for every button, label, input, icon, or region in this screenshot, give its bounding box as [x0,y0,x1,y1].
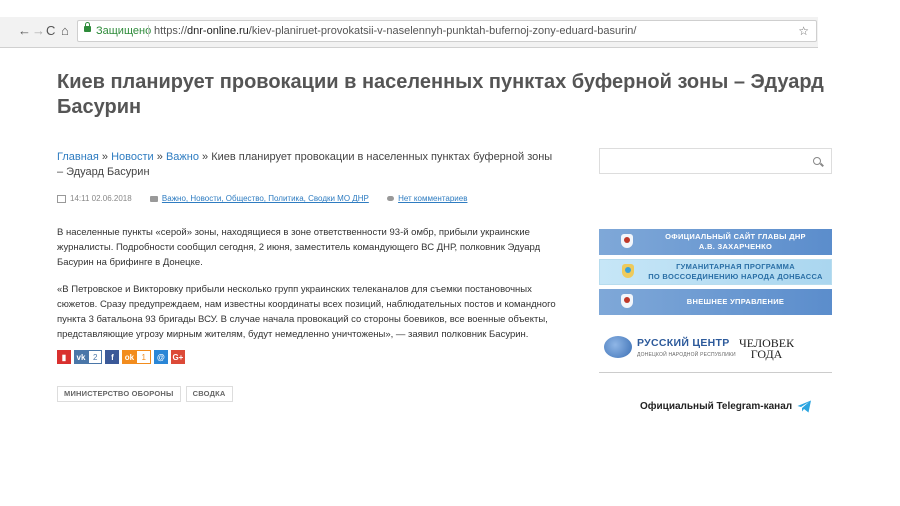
share-odnoklassniki-button[interactable]: ok 1 [122,350,151,364]
share-bookmark-button[interactable]: ▮ [57,350,71,364]
back-icon[interactable]: ← [18,23,31,39]
banner-line: ОФИЦИАЛЬНЫЙ САЙТ ГЛАВЫ ДНР [665,232,806,241]
breadcrumb-home[interactable]: Главная [57,151,99,163]
coat-of-arms-icon [615,232,639,252]
home-icon[interactable]: ⌂ [61,23,69,39]
article-paragraph: «В Петровское и Викторовку прибыли неско… [57,284,556,340]
odnoklassniki-icon: ok [122,350,137,364]
comment-icon [387,196,395,202]
secure-label: Защищено [96,25,152,37]
reload-icon[interactable]: C [46,23,55,39]
article-title: Киев планирует провокации в населенных п… [57,71,824,118]
person-of-year-logo[interactable]: ЧЕЛОВЕК ГОДА [739,337,794,361]
googleplus-icon: G+ [170,350,185,364]
banner-line: ВНЕШНЕЕ УПРАВЛЕНИЕ [686,297,785,306]
russian-center-name: РУССКИЙ ЦЕНТР [637,337,730,349]
banner-humanitarian-program[interactable]: ГУМАНИТАРНАЯ ПРОГРАММА ПО ВОССОЕДИНЕНИЮ Н… [599,259,832,285]
tag-summary[interactable]: СВОДКА [185,386,233,402]
banner-line: А.В. ЗАХАРЧЕНКО [698,242,773,251]
moimir-icon: @ [153,350,168,364]
breadcrumb: Главная » Новости » Важно » Киев планиру… [57,150,557,180]
lock-icon [84,22,91,32]
globe-icon [604,336,632,358]
partner-logos: РУССКИЙ ЦЕНТР ДОНЕЦКОЙ НАРОДНОЙ РЕСПУБЛИ… [599,325,832,373]
banner-text: ВНЕШНЕЕ УПРАВЛЕНИЕ [639,297,832,307]
share-vk-button[interactable]: vk 2 [74,350,103,364]
calendar-icon [57,194,66,203]
vk-icon: vk [74,350,88,364]
banner-text: ГУМАНИТАРНАЯ ПРОГРАММА ПО ВОССОЕДИНЕНИЮ Н… [640,262,831,282]
url-omnibox[interactable]: Защищено https://dnr-online.ru/kiev-plan… [77,20,817,42]
telegram-icon [797,400,812,413]
share-googleplus-button[interactable]: G+ [170,350,185,364]
search-input[interactable] [599,148,832,174]
tag-defense-ministry[interactable]: МИНИСТЕРСТВО ОБОРОНЫ [57,386,181,402]
url-path: /kiev-planiruet-provokatsii-v-naselennyh… [248,25,637,37]
article-meta: 14:11 02.06.2018 Важно, Новости, Обществ… [57,194,467,203]
share-count: 1 [136,350,151,364]
folder-icon [149,195,158,202]
share-bar: ▮ vk 2 f ok 1 @ G+ [57,350,185,364]
person-of-year-line: ГОДА [750,347,783,361]
share-moimir-button[interactable]: @ [153,350,168,364]
share-count: 2 [88,350,103,364]
omnibox-divider [148,25,149,37]
telegram-label: Официальный Telegram-канал [640,401,793,412]
bookmark-icon: ▮ [57,350,71,364]
banner-external-affairs[interactable]: ВНЕШНЕЕ УПРАВЛЕНИЕ [599,289,832,315]
breadcrumb-important[interactable]: Важно [166,151,199,163]
banner-head-of-dnr[interactable]: ОФИЦИАЛЬНЫЙ САЙТ ГЛАВЫ ДНР А.В. ЗАХАРЧЕНК… [599,229,832,255]
post-comments-link[interactable]: Нет комментариев [398,194,467,203]
banner-line: ПО ВОССОЕДИНЕНИЮ НАРОДА ДОНБАССА [648,272,823,281]
post-categories[interactable]: Важно, Новости, Общество, Политика, Свод… [162,194,369,203]
russian-center-subtitle: ДОНЕЦКОЙ НАРОДНОЙ РЕСПУБЛИКИ [637,352,736,358]
telegram-channel-link[interactable]: Официальный Telegram-канал [640,400,812,413]
coat-of-arms-icon [615,292,639,312]
facebook-icon: f [105,350,120,364]
browser-address-bar: ← → C ⌂ Защищено https://dnr-online.ru/k… [0,17,818,48]
tag-list: МИНИСТЕРСТВО ОБОРОНЫ СВОДКА [57,386,233,402]
post-date: 14:11 02.06.2018 [70,194,132,204]
breadcrumb-separator: » [153,151,166,163]
breadcrumb-news[interactable]: Новости [111,151,154,163]
article-paragraph: В населенные пункты «серой» зоны, находя… [57,227,541,268]
url-scheme: https:// [154,25,188,37]
russian-center-logo[interactable]: РУССКИЙ ЦЕНТР ДОНЕЦКОЙ НАРОДНОЙ РЕСПУБЛИ… [604,334,736,364]
banner-text: ОФИЦИАЛЬНЫЙ САЙТ ГЛАВЫ ДНР А.В. ЗАХАРЧЕНК… [639,232,832,252]
search-icon[interactable] [813,157,821,165]
bookmark-star-icon[interactable]: ☆ [798,21,809,41]
humanitarian-logo-icon [616,262,640,282]
breadcrumb-separator: » [98,151,112,163]
banner-line: ГУМАНИТАРНАЯ ПРОГРАММА [676,262,795,271]
breadcrumb-separator: » [198,151,212,163]
url-text[interactable]: https://dnr-online.ru/kiev-planiruet-pro… [154,21,636,41]
forward-icon[interactable]: → [32,23,45,39]
url-domain: dnr-online.ru [187,25,249,37]
share-facebook-button[interactable]: f [105,350,120,364]
